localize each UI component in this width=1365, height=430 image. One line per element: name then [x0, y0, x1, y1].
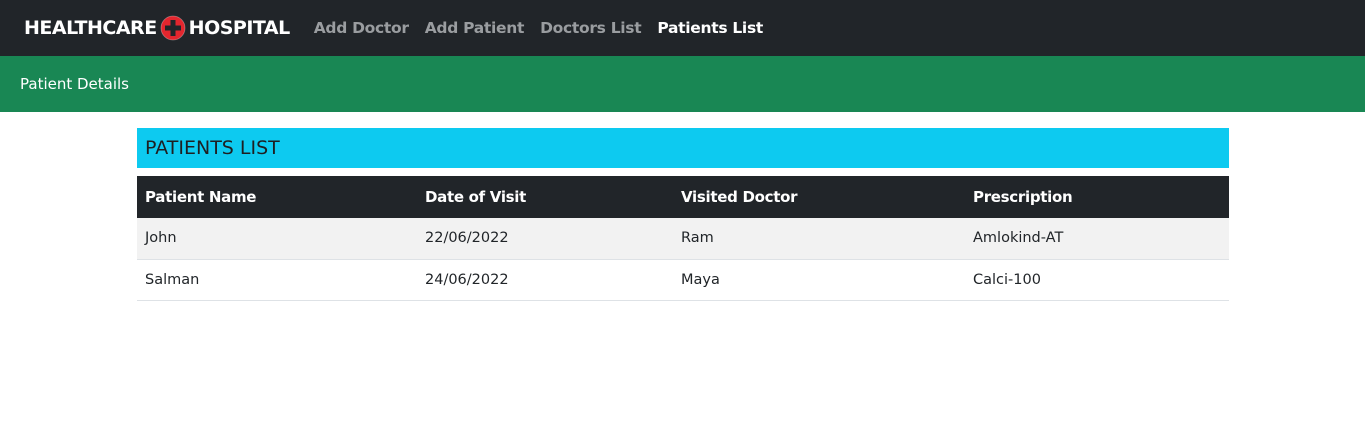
subheader-bar: Patient Details: [0, 56, 1365, 112]
brand-logo[interactable]: HEALTHCARE HOSPITAL: [24, 15, 290, 41]
cell-prescription: Amlokind-AT: [965, 218, 1229, 260]
cell-date-of-visit: 22/06/2022: [417, 218, 673, 260]
cell-visited-doctor: Ram: [673, 218, 965, 260]
red-cross-icon: [160, 15, 186, 41]
brand-text-left: HEALTHCARE: [24, 17, 157, 39]
table-header-row: Patient Name Date of Visit Visited Docto…: [137, 176, 1229, 218]
column-header-patient-name: Patient Name: [137, 176, 417, 218]
table-row: John 22/06/2022 Ram Amlokind-AT: [137, 218, 1229, 260]
nav-link-add-doctor[interactable]: Add Doctor: [306, 19, 417, 37]
table-row: Salman 24/06/2022 Maya Calci-100: [137, 259, 1229, 301]
patients-list-section: PATIENTS LIST Patient Name Date of Visit…: [137, 128, 1229, 301]
nav-link-add-patient[interactable]: Add Patient: [417, 19, 532, 37]
patients-list-title: PATIENTS LIST: [145, 137, 280, 159]
column-header-visited-doctor: Visited Doctor: [673, 176, 965, 218]
cell-date-of-visit: 24/06/2022: [417, 259, 673, 301]
brand-text-right: HOSPITAL: [188, 17, 291, 39]
nav-link-doctors-list[interactable]: Doctors List: [532, 19, 649, 37]
cell-prescription: Calci-100: [965, 259, 1229, 301]
patients-list-header: PATIENTS LIST: [137, 128, 1229, 168]
nav-link-patients-list[interactable]: Patients List: [649, 19, 771, 37]
navbar: HEALTHCARE HOSPITAL Add Doctor Add Patie…: [0, 0, 1365, 56]
patients-table: Patient Name Date of Visit Visited Docto…: [137, 176, 1229, 301]
nav-links: Add Doctor Add Patient Doctors List Pati…: [306, 19, 771, 37]
cell-patient-name: John: [137, 218, 417, 260]
cell-visited-doctor: Maya: [673, 259, 965, 301]
cell-patient-name: Salman: [137, 259, 417, 301]
column-header-prescription: Prescription: [965, 176, 1229, 218]
column-header-date-of-visit: Date of Visit: [417, 176, 673, 218]
page-title: Patient Details: [20, 75, 129, 93]
